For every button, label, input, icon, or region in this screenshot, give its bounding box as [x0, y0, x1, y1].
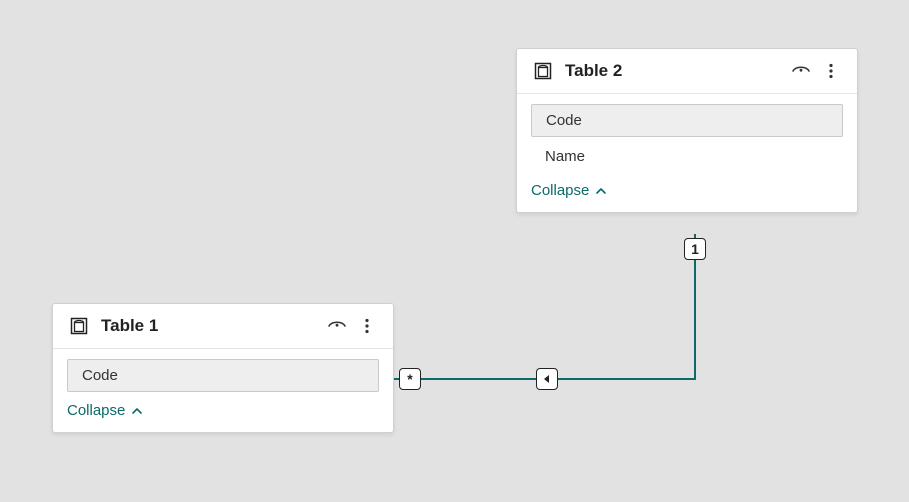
table-header-actions — [789, 59, 843, 83]
table-header-actions — [325, 314, 379, 338]
cardinality-many-badge: * — [399, 368, 421, 390]
visibility-icon[interactable] — [325, 314, 349, 338]
more-options-icon[interactable] — [355, 314, 379, 338]
table-title: Table 2 — [565, 61, 789, 81]
chevron-up-icon — [131, 405, 143, 417]
table-header: Table 1 — [53, 304, 393, 349]
table-fields: Code Name — [517, 94, 857, 174]
cardinality-many-label: * — [407, 371, 412, 387]
field-code[interactable]: Code — [67, 359, 379, 392]
field-code[interactable]: Code — [531, 104, 843, 137]
filter-direction-icon — [541, 373, 553, 385]
table-title: Table 1 — [101, 316, 325, 336]
collapse-button[interactable]: Collapse — [67, 402, 143, 419]
collapse-label: Collapse — [531, 182, 589, 199]
collapse-row: Collapse — [517, 174, 857, 212]
relationship-direction-badge[interactable] — [536, 368, 558, 390]
more-options-icon[interactable] — [819, 59, 843, 83]
visibility-icon[interactable] — [789, 59, 813, 83]
collapse-button[interactable]: Collapse — [531, 182, 607, 199]
collapse-label: Collapse — [67, 402, 125, 419]
cardinality-one-badge: 1 — [684, 238, 706, 260]
table-fields: Code — [53, 349, 393, 394]
table-icon — [67, 314, 91, 338]
chevron-up-icon — [595, 185, 607, 197]
table-header: Table 2 — [517, 49, 857, 94]
cardinality-one-label: 1 — [691, 241, 699, 257]
table-icon — [531, 59, 555, 83]
field-name[interactable]: Name — [531, 141, 843, 172]
table-card-1[interactable]: Table 1 Code Collapse — [52, 303, 394, 433]
table-card-2[interactable]: Table 2 Code Name Collapse — [516, 48, 858, 213]
collapse-row: Collapse — [53, 394, 393, 432]
